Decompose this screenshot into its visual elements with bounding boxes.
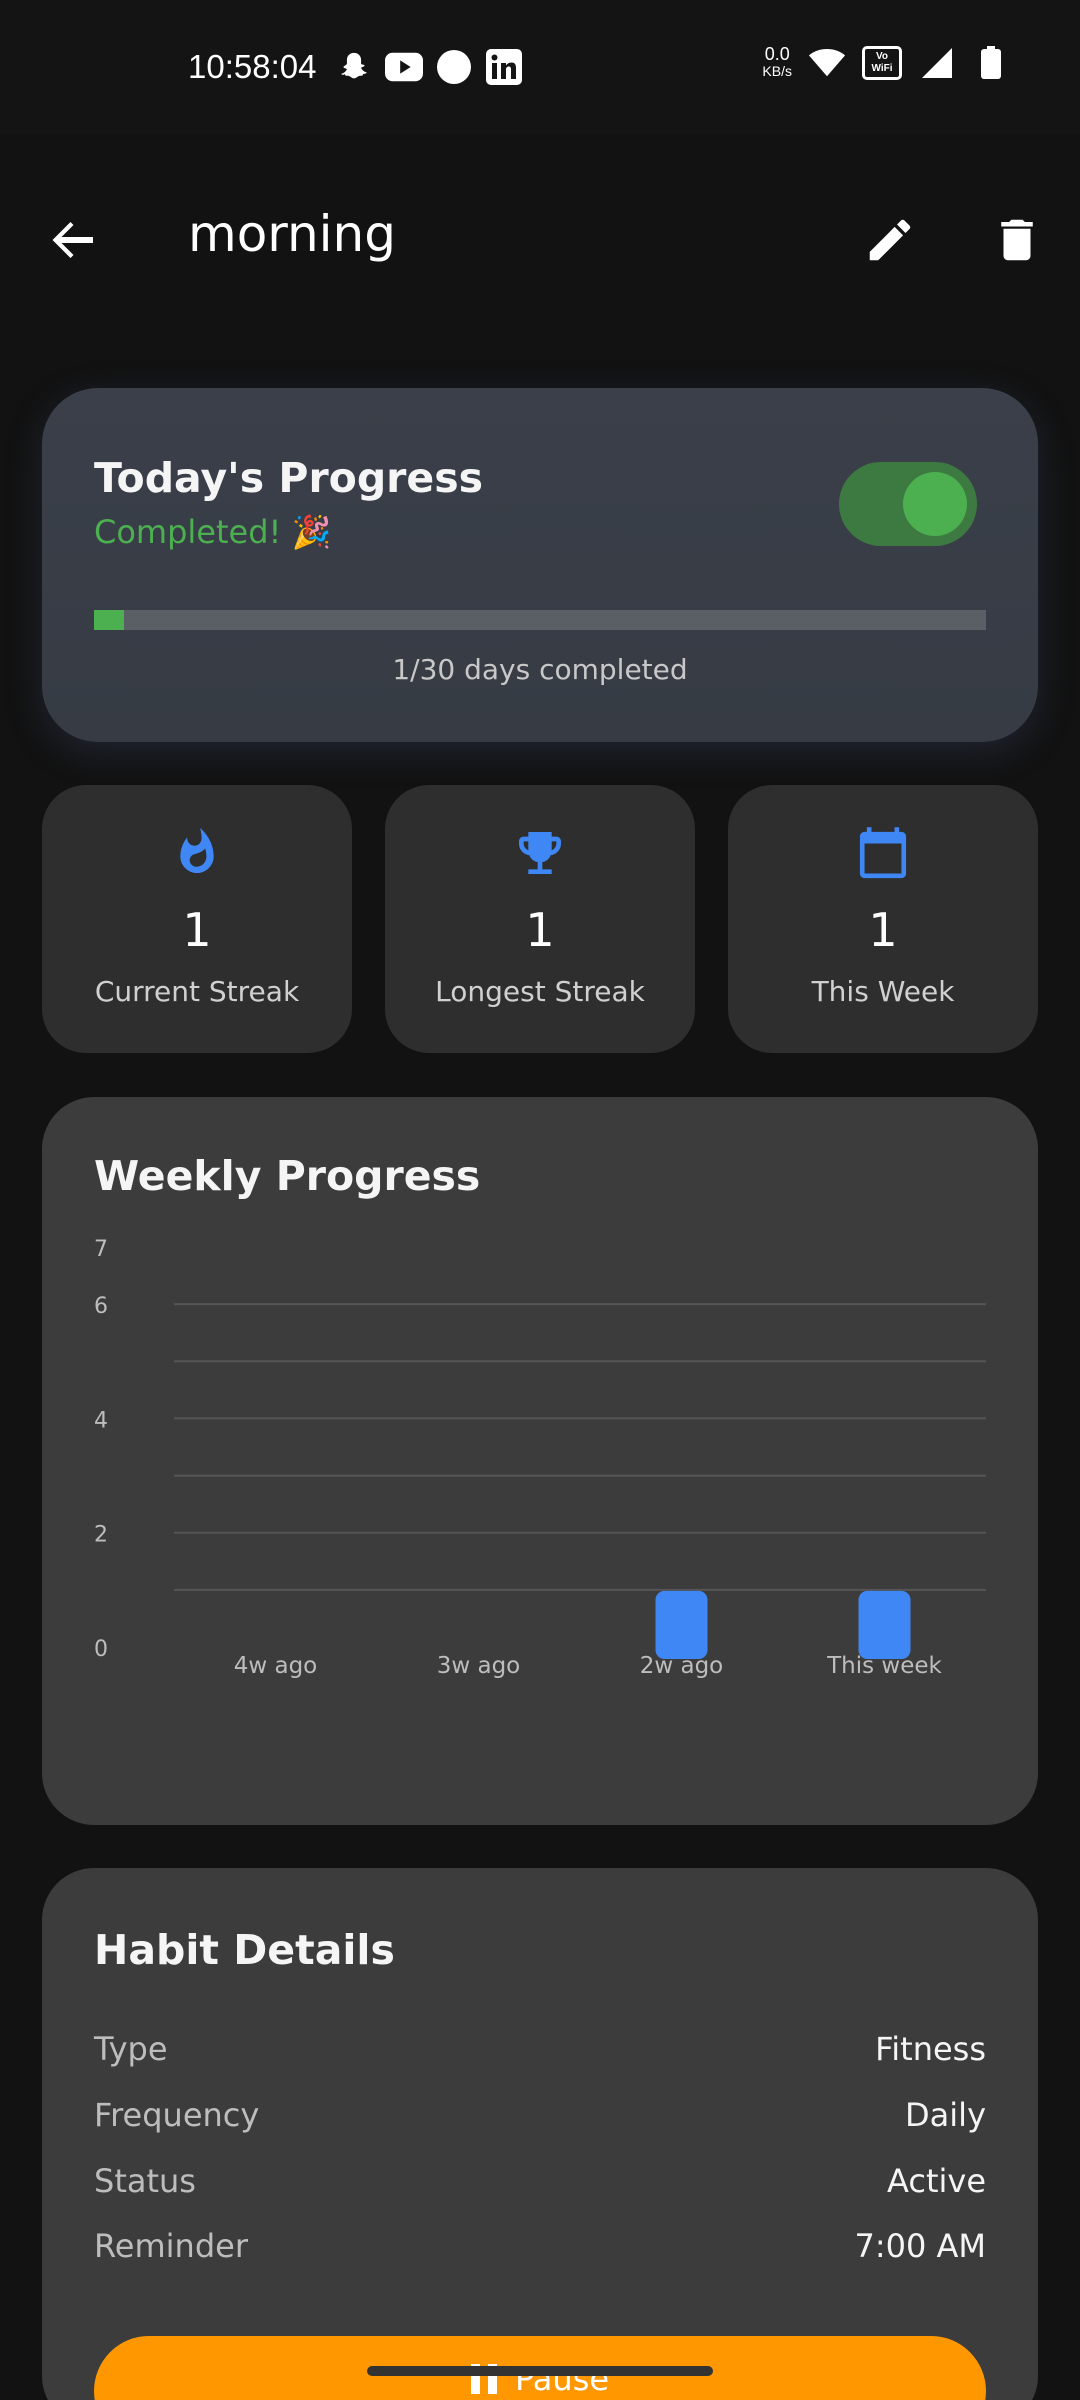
status-time: 10:58:04 xyxy=(188,48,317,85)
todays-progress-card: Today's Progress Completed! 🎉 1/30 days … xyxy=(42,388,1038,742)
app-bar: morning xyxy=(0,135,1080,345)
x-tick-label: 2w ago xyxy=(640,1653,724,1679)
longest-streak-card: 1 Longest Streak xyxy=(385,785,695,1053)
progress-bar-fill xyxy=(94,610,124,630)
circle-icon xyxy=(435,48,473,86)
y-tick-label: 2 xyxy=(94,1523,108,1548)
wifi-icon xyxy=(808,44,846,82)
arrow-left-icon xyxy=(52,222,93,258)
fire-icon xyxy=(42,825,352,889)
bar xyxy=(655,1590,708,1659)
weekly-progress-chart: 0 2 4 6 7 4w ago 3w ago 2w ago This week xyxy=(94,1237,986,1679)
progress-status: Completed! 🎉 xyxy=(94,513,332,551)
current-streak-label: Current Streak xyxy=(94,975,300,1008)
detail-row-type: Type Fitness xyxy=(94,2030,986,2080)
detail-key: Reminder xyxy=(94,2227,248,2265)
x-tick-label: 4w ago xyxy=(234,1653,318,1679)
detail-row-reminder: Reminder 7:00 AM xyxy=(94,2227,986,2277)
edit-button[interactable] xyxy=(855,205,925,275)
this-week-label: This Week xyxy=(811,975,955,1008)
snapchat-icon xyxy=(335,48,373,86)
trash-icon xyxy=(1001,219,1033,261)
completed-toggle[interactable] xyxy=(839,462,977,546)
x-tick-label: This week xyxy=(826,1653,942,1679)
this-week-card: 1 This Week xyxy=(728,785,1038,1053)
notification-icons xyxy=(335,48,523,86)
current-streak-value: 1 xyxy=(182,903,212,957)
detail-key: Frequency xyxy=(94,2096,260,2134)
trophy-icon xyxy=(385,825,695,889)
status-bar: 10:58:04 0.0 KB/s Vo WiFi xyxy=(0,0,1080,135)
habit-details-title: Habit Details xyxy=(94,1926,395,1974)
detail-value: Fitness xyxy=(875,2030,986,2068)
longest-streak-label: Longest Streak xyxy=(435,975,645,1008)
x-tick-label: 3w ago xyxy=(437,1653,521,1679)
habit-details-card: Habit Details Type Fitness Frequency Dai… xyxy=(42,1868,1038,2400)
detail-key: Status xyxy=(94,2162,196,2200)
y-tick-label: 4 xyxy=(94,1408,108,1433)
y-tick-label: 0 xyxy=(94,1637,108,1662)
detail-value: Active xyxy=(887,2162,986,2200)
battery-icon xyxy=(972,44,1010,82)
detail-row-frequency: Frequency Daily xyxy=(94,2096,986,2146)
weekly-progress-card: Weekly Progress 0 2 4 6 7 4w ago 3w ago 2w ago T… xyxy=(42,1097,1038,1825)
this-week-value: 1 xyxy=(868,903,898,957)
detail-key: Type xyxy=(94,2030,168,2068)
system-status-icons: 0.0 KB/s Vo WiFi xyxy=(762,44,1010,82)
home-indicator[interactable] xyxy=(367,2366,713,2376)
progress-caption: 1/30 days completed xyxy=(392,653,688,686)
progress-bar xyxy=(94,610,986,630)
back-button[interactable] xyxy=(38,205,108,275)
linkedin-icon xyxy=(485,48,523,86)
net-speed: 0.0 KB/s xyxy=(762,44,792,79)
longest-streak-value: 1 xyxy=(525,903,555,957)
calendar-icon xyxy=(728,825,1038,889)
pencil-icon xyxy=(869,219,911,261)
vowifi-icon: Vo WiFi xyxy=(862,46,902,80)
y-tick-label: 6 xyxy=(94,1294,108,1319)
delete-button[interactable] xyxy=(982,205,1052,275)
toggle-knob xyxy=(903,472,967,536)
y-tick-label: 7 xyxy=(94,1237,108,1262)
current-streak-card: 1 Current Streak xyxy=(42,785,352,1053)
progress-title: Today's Progress xyxy=(94,454,484,502)
bar xyxy=(858,1590,911,1659)
detail-value: Daily xyxy=(905,2096,986,2134)
page-title: morning xyxy=(188,205,396,263)
signal-icon xyxy=(918,44,956,82)
detail-value: 7:00 AM xyxy=(854,2227,986,2265)
youtube-icon xyxy=(385,48,423,86)
detail-row-status: Status Active xyxy=(94,2162,986,2212)
